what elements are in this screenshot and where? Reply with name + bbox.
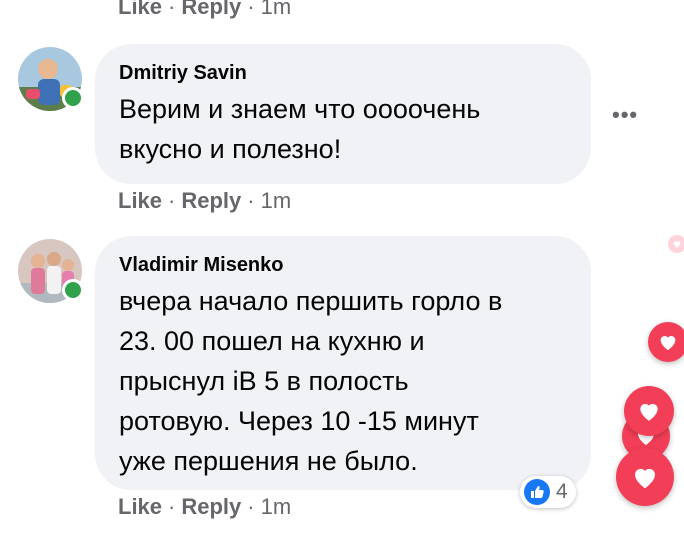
- like-link[interactable]: Like: [118, 0, 162, 19]
- floating-heart-icon: [616, 448, 674, 506]
- floating-heart-icon: [668, 235, 684, 253]
- comment-time[interactable]: 1m: [261, 494, 292, 519]
- reply-link[interactable]: Reply: [181, 0, 241, 19]
- comment-text: вчера начало першить горло в 23. 00 поше…: [119, 286, 503, 476]
- more-options-icon[interactable]: •••: [612, 102, 638, 128]
- comment-time[interactable]: 1m: [261, 188, 292, 213]
- separator: ·: [168, 494, 176, 519]
- comment-bubble: Dmitriy Savin Верим и знаем что оооочень…: [95, 44, 591, 184]
- like-link[interactable]: Like: [118, 494, 162, 519]
- separator: ·: [168, 0, 176, 19]
- comment-text: Верим и знаем что оооочень вкусно и поле…: [119, 94, 481, 164]
- online-status-icon: [62, 279, 84, 301]
- separator: ·: [247, 0, 255, 19]
- comment-author[interactable]: Vladimir Misenko: [119, 254, 567, 277]
- comment-time[interactable]: 1m: [261, 0, 292, 19]
- comment-actions-top: Like · Reply · 1m: [118, 0, 291, 20]
- reaction-summary[interactable]: 4: [520, 476, 576, 508]
- like-link[interactable]: Like: [118, 188, 162, 213]
- separator: ·: [168, 188, 176, 213]
- avatar[interactable]: [18, 239, 84, 303]
- reply-link[interactable]: Reply: [181, 188, 241, 213]
- avatar[interactable]: [18, 47, 84, 111]
- reply-link[interactable]: Reply: [181, 494, 241, 519]
- separator: ·: [247, 494, 255, 519]
- comment-bubble: Vladimir Misenko вчера начало першить го…: [95, 236, 591, 490]
- like-icon: [524, 479, 550, 505]
- floating-heart-icon: [624, 386, 674, 436]
- reaction-count: 4: [556, 480, 568, 503]
- comment-actions: Like · Reply · 1m: [118, 188, 291, 214]
- online-status-icon: [62, 87, 84, 109]
- separator: ·: [247, 188, 255, 213]
- floating-heart-icon: [648, 322, 684, 362]
- comment-author[interactable]: Dmitriy Savin: [119, 62, 567, 85]
- comment-actions: Like · Reply · 1m: [118, 494, 291, 520]
